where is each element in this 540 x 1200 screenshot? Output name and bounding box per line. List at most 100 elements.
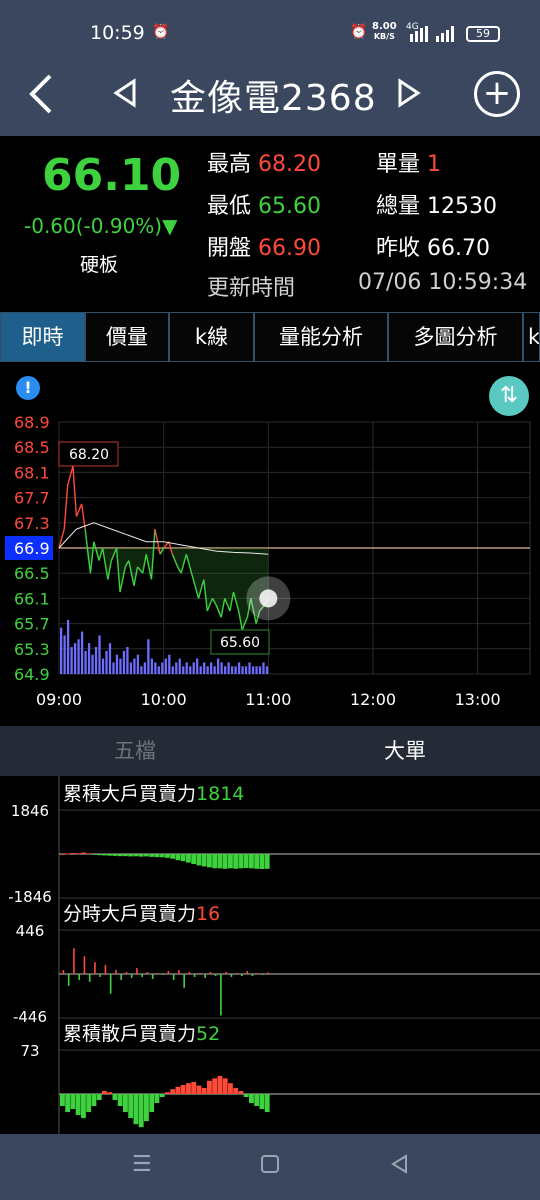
flow-bar bbox=[201, 854, 207, 867]
stock-title: 金像電2368 bbox=[170, 78, 377, 119]
tab-multi-chart[interactable]: 多圖分析 bbox=[388, 312, 523, 362]
flow-bar bbox=[70, 853, 76, 854]
flow-bar bbox=[138, 854, 144, 857]
flow-title-value: 16 bbox=[196, 903, 220, 925]
tab-big-orders[interactable]: 大單 bbox=[270, 726, 540, 776]
flow-bar bbox=[75, 853, 81, 855]
flow-bar bbox=[222, 854, 228, 869]
battery-indicator: 59 bbox=[466, 26, 500, 42]
flow-bar bbox=[188, 972, 191, 974]
flow-top-label: 73 bbox=[20, 1042, 39, 1060]
volume-bar bbox=[73, 643, 77, 674]
flow-bar bbox=[115, 970, 117, 974]
flow-bar bbox=[67, 974, 70, 986]
flow-bar bbox=[246, 971, 248, 974]
volume-bar bbox=[66, 620, 70, 674]
price-line-segment bbox=[80, 503, 86, 530]
volume-bar bbox=[185, 662, 188, 674]
volume-bar bbox=[70, 647, 73, 674]
flow-bar bbox=[136, 968, 138, 974]
flow-bar bbox=[193, 974, 196, 977]
low-value: 65.60 bbox=[258, 194, 321, 219]
flow-bar bbox=[96, 854, 102, 856]
total-volume-value: 12530 bbox=[427, 194, 498, 219]
volume-bar bbox=[150, 658, 153, 674]
flow-bar bbox=[170, 1089, 176, 1094]
swap-vertical-icon[interactable]: ⇅ bbox=[489, 376, 529, 416]
tab-realtime[interactable]: 即時 bbox=[0, 312, 85, 362]
flow-bar bbox=[238, 1090, 244, 1094]
flow-bar bbox=[228, 854, 233, 869]
flow-bar bbox=[254, 854, 260, 869]
volume-bar bbox=[189, 666, 192, 674]
flow-bar bbox=[243, 1094, 249, 1098]
open-value: 66.90 bbox=[258, 236, 321, 261]
volume-bar bbox=[196, 658, 199, 674]
back-icon[interactable] bbox=[390, 1154, 410, 1180]
intraday-chart: ! ⇅ 68.9 68.5 68.1 67.7 67.3 66.9 66.5 66.1 65.7… bbox=[0, 362, 540, 724]
flow-bar bbox=[83, 956, 86, 974]
flow-bar bbox=[222, 1078, 228, 1094]
volume-bar bbox=[115, 654, 119, 674]
industry-label: 硬板 bbox=[80, 254, 119, 276]
high-label: 68.20 bbox=[69, 447, 109, 463]
open-label: 開盤 bbox=[207, 236, 252, 261]
intraday-chart-svg: 68.9 68.5 68.1 67.7 67.3 66.9 66.5 66.1 65.7 65.3… bbox=[5, 413, 531, 709]
home-icon[interactable] bbox=[260, 1154, 280, 1180]
chevron-left-icon[interactable] bbox=[26, 72, 56, 127]
flow-bar bbox=[81, 852, 86, 854]
flow-bar bbox=[191, 1081, 197, 1094]
network-speed: 8.00 KB/S bbox=[372, 22, 397, 42]
flow-bar bbox=[207, 1080, 212, 1094]
volume-bar bbox=[234, 666, 237, 674]
flow-title: 分時大戶買賣力16 bbox=[63, 903, 220, 925]
flow-bar bbox=[73, 948, 75, 974]
flow-bar bbox=[196, 1085, 202, 1094]
alarm-clock-icon: ⏰ bbox=[350, 24, 368, 40]
flow-bar bbox=[162, 974, 164, 975]
flow-bar bbox=[102, 854, 107, 856]
menu-icon[interactable]: ☰ bbox=[132, 1152, 152, 1177]
flow-bar bbox=[120, 974, 122, 980]
flow-bar bbox=[204, 974, 206, 978]
y-tick-label: 67.3 bbox=[14, 514, 50, 533]
volume-bar bbox=[112, 662, 115, 674]
info-icon[interactable]: ! bbox=[16, 376, 40, 400]
status-bar: 10:59 ⏰ ⏰ 8.00 KB/S 4G 59 bbox=[0, 0, 540, 66]
triangle-right-icon[interactable] bbox=[396, 78, 422, 116]
flow-bar bbox=[109, 974, 112, 994]
flow-bar bbox=[107, 1092, 113, 1094]
volume-bar bbox=[161, 662, 164, 674]
tab-volume-analysis[interactable]: 量能分析 bbox=[254, 312, 388, 362]
flow-bar bbox=[256, 973, 259, 974]
volume-bar bbox=[140, 666, 143, 674]
triangle-left-icon[interactable] bbox=[112, 78, 138, 116]
flow-bar bbox=[264, 1094, 270, 1113]
plus-circle-icon[interactable]: + bbox=[474, 71, 520, 117]
volume-bar bbox=[175, 662, 178, 674]
volume-bar bbox=[192, 662, 195, 674]
flow-bar bbox=[60, 1094, 65, 1107]
order-book-tabs: 五檔 大單 bbox=[0, 726, 540, 776]
flow-bar bbox=[125, 972, 128, 974]
x-tick-label: 13:00 bbox=[455, 690, 501, 709]
flow-bar bbox=[107, 854, 113, 856]
flow-bar bbox=[151, 974, 154, 979]
volume-bar bbox=[262, 662, 265, 674]
tab-five-levels[interactable]: 五檔 bbox=[0, 726, 270, 776]
volume-bar bbox=[80, 631, 84, 674]
price-change-text: -0.60(-0.90%) bbox=[24, 214, 163, 238]
flow-bar bbox=[267, 972, 269, 974]
flow-bar bbox=[75, 1094, 81, 1116]
flow-bottom-label: -446 bbox=[13, 1008, 47, 1026]
alarm-icon: ⏰ bbox=[152, 24, 170, 40]
unit-volume-label: 單量 bbox=[376, 152, 421, 177]
tab-more[interactable]: k bbox=[523, 312, 540, 362]
tab-kline[interactable]: k線 bbox=[169, 312, 254, 362]
volume-bar bbox=[122, 650, 126, 674]
flow-bar bbox=[144, 1094, 149, 1122]
tab-price-volume[interactable]: 價量 bbox=[85, 312, 169, 362]
volume-bar bbox=[251, 666, 255, 674]
volume-bar bbox=[203, 662, 206, 674]
flow-bar bbox=[94, 962, 96, 974]
